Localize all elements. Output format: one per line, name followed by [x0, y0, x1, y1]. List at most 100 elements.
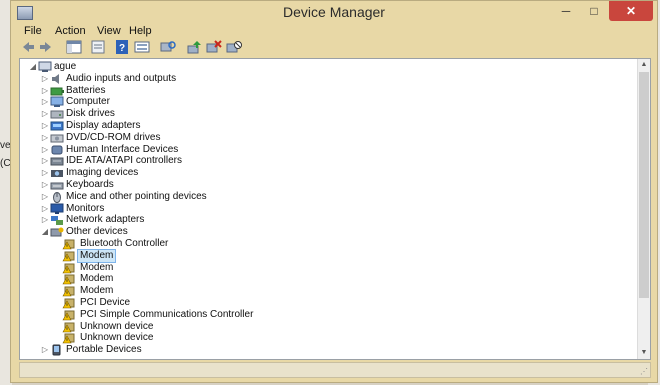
tree-item-label: Portable Devices [66, 344, 142, 356]
expand-arrow-icon[interactable]: ▷ [40, 73, 50, 85]
other-devices-icon [50, 226, 64, 238]
device-manager-window: Device Manager ─ □ ✕ File Action View He… [10, 0, 658, 383]
tree-item-label: PCI Simple Communications Controller [80, 308, 254, 320]
tree-item[interactable]: Modem [20, 262, 620, 274]
tree-item[interactable]: ▷ Network adapters [20, 214, 620, 226]
expand-arrow-icon[interactable]: ▷ [40, 203, 50, 215]
expand-arrow-icon[interactable]: ▷ [40, 344, 50, 356]
resize-grip-icon[interactable]: ⋰ [640, 367, 648, 376]
warning-device-icon [62, 238, 76, 250]
scan-hardware-changes-icon[interactable] [159, 39, 177, 55]
tree-item-label: Audio inputs and outputs [66, 72, 177, 84]
tree-item-label: Mice and other pointing devices [66, 190, 207, 202]
background-text-fragment: ve [0, 140, 11, 151]
tree-item[interactable]: ▷ Portable Devices [20, 344, 620, 356]
tree-item[interactable]: Unknown device [20, 321, 620, 333]
show-hide-console-tree-icon[interactable] [65, 39, 83, 55]
tree-item[interactable]: Modem [20, 285, 620, 297]
disable-device-icon[interactable] [225, 39, 243, 55]
tree-item[interactable]: Modem [20, 248, 620, 263]
expand-arrow-icon[interactable]: ▷ [40, 179, 50, 191]
device-tree-panel: ◢ ague ▷ Audio inputs and outputs ▷ Batteries… [19, 58, 651, 360]
title-bar[interactable]: Device Manager ─ □ ✕ [11, 1, 657, 25]
back-arrow-icon[interactable] [19, 39, 37, 55]
tree-item[interactable]: ▷ Monitors [20, 203, 620, 215]
network-icon [50, 214, 64, 226]
menu-action[interactable]: Action [55, 25, 86, 37]
warning-device-icon [62, 250, 76, 262]
speaker-icon [50, 73, 64, 85]
tree-item[interactable]: ▷ Display adapters [20, 120, 620, 132]
tree-item[interactable]: ▷ DVD/CD-ROM drives [20, 132, 620, 144]
portable-device-icon [50, 344, 64, 356]
expand-arrow-icon[interactable]: ▷ [40, 85, 50, 97]
minimize-button[interactable]: ─ [553, 1, 579, 21]
collapse-arrow-icon[interactable]: ◢ [40, 226, 50, 238]
warning-device-icon [62, 332, 76, 344]
tree-item-label: Other devices [66, 226, 128, 238]
tree-item[interactable]: ◢ ague [20, 61, 620, 73]
tree-item[interactable]: ◢ Other devices [20, 226, 620, 238]
warning-device-icon [62, 321, 76, 333]
maximize-button[interactable]: □ [581, 1, 607, 21]
tree-item[interactable]: Bluetooth Controller [20, 238, 620, 250]
tree-item[interactable]: PCI Simple Communications Controller [20, 309, 620, 321]
tree-item-label: Monitors [66, 202, 105, 214]
expand-arrow-icon[interactable]: ▷ [40, 155, 50, 167]
menu-help[interactable]: Help [129, 25, 152, 37]
tree-item[interactable]: ▷ Batteries [20, 85, 620, 97]
forward-arrow-icon[interactable] [37, 39, 55, 55]
tree-item[interactable]: ▷ IDE ATA/ATAPI controllers [20, 155, 620, 167]
menu-view[interactable]: View [97, 25, 121, 37]
scroll-up-arrow-icon[interactable]: ▲ [638, 59, 650, 71]
expand-arrow-icon[interactable]: ▷ [40, 120, 50, 132]
tree-item[interactable]: ▷ Mice and other pointing devices [20, 191, 620, 203]
expand-arrow-icon[interactable]: ▷ [40, 214, 50, 226]
expand-arrow-icon[interactable]: ▷ [40, 144, 50, 156]
tree-item-label: Modem [80, 261, 114, 273]
expand-arrow-icon[interactable]: ▷ [40, 108, 50, 120]
keyboard-icon [50, 179, 64, 191]
expand-arrow-icon[interactable]: ▷ [40, 132, 50, 144]
warning-device-icon [62, 262, 76, 274]
close-button[interactable]: ✕ [609, 1, 653, 21]
tree-item[interactable]: ▷ Keyboards [20, 179, 620, 191]
vertical-scrollbar[interactable]: ▲ ▼ [637, 59, 650, 359]
menu-file[interactable]: File [24, 25, 42, 37]
warning-device-icon [62, 285, 76, 297]
tree-item-label: DVD/CD-ROM drives [66, 131, 161, 143]
tree-item-label: ague [54, 61, 77, 72]
device-view-icon[interactable] [133, 39, 151, 55]
tree-item[interactable]: ▷ Computer [20, 96, 620, 108]
tree-item-label: Human Interface Devices [66, 143, 179, 155]
expand-arrow-icon[interactable]: ▷ [40, 167, 50, 179]
scrollbar-thumb[interactable] [639, 72, 649, 298]
tree-item-label: Unknown device [80, 332, 154, 344]
expand-arrow-icon[interactable]: ▷ [40, 191, 50, 203]
device-tree: ◢ ague ▷ Audio inputs and outputs ▷ Batteries… [20, 59, 636, 359]
tree-item[interactable]: ▷ Audio inputs and outputs [20, 73, 620, 85]
expand-arrow-icon[interactable]: ▷ [40, 96, 50, 108]
scroll-down-arrow-icon[interactable]: ▼ [638, 347, 650, 359]
tree-item-label: Bluetooth Controller [80, 238, 169, 249]
collapse-arrow-icon[interactable]: ◢ [28, 61, 38, 73]
uninstall-device-icon[interactable] [205, 39, 223, 55]
tree-item[interactable]: Modem [20, 273, 620, 285]
tree-item[interactable]: PCI Device [20, 297, 620, 309]
help-icon[interactable]: ? [113, 39, 131, 55]
tree-item[interactable]: ▷ Imaging devices [20, 167, 620, 179]
properties-sheet-icon[interactable] [89, 39, 107, 55]
update-driver-icon[interactable] [185, 39, 203, 55]
tree-item[interactable]: ▷ Human Interface Devices [20, 144, 620, 156]
toolbar: ? [17, 39, 651, 55]
camera-icon [50, 167, 64, 179]
tree-item-label: IDE ATA/ATAPI controllers [66, 155, 182, 167]
monitor-icon [50, 203, 64, 215]
tree-item-label: Disk drives [66, 108, 115, 120]
tree-item-label: Batteries [66, 84, 106, 96]
status-bar: ⋰ [19, 362, 651, 378]
tree-item[interactable]: ▷ Disk drives [20, 108, 620, 120]
tree-item[interactable]: Unknown device [20, 332, 620, 344]
tree-item-label: Modem [76, 248, 117, 263]
tree-item-label: Network adapters [66, 214, 145, 226]
